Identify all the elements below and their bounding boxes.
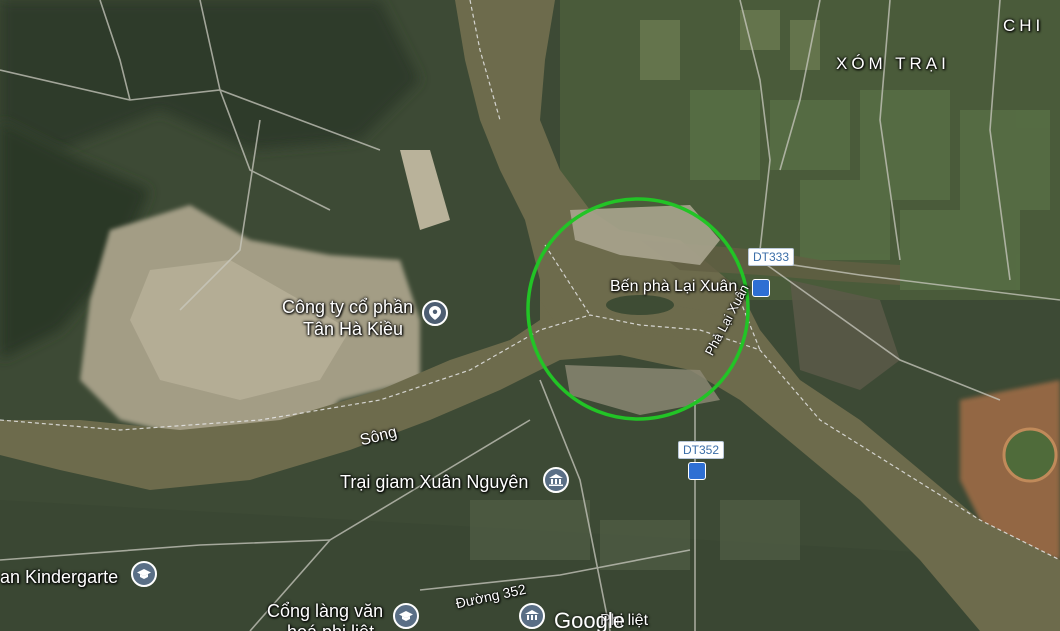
google-attribution-logo: Google <box>554 608 625 631</box>
village-gate-label-line2[interactable]: hoá phi liệt <box>287 622 374 631</box>
area-label-xom-trai: XÓM TRẠI <box>836 54 950 73</box>
school-icon[interactable] <box>131 561 157 587</box>
ferry-terminal-label[interactable]: Bến phà Lại Xuân <box>610 277 737 297</box>
satellite-imagery <box>0 0 1060 631</box>
kindergarten-label[interactable]: an Kindergarte <box>0 567 118 587</box>
road-shield-dt333: DT333 <box>748 248 795 266</box>
school-icon[interactable] <box>393 603 419 629</box>
company-label-line2[interactable]: Tân Hà Kiều <box>303 319 403 339</box>
area-label-chi: CHI <box>1003 16 1045 35</box>
map-canvas[interactable]: CHI XÓM TRẠI DT333 Bến phà Lại Xuân Công… <box>0 0 1060 631</box>
bus-icon[interactable] <box>688 462 706 480</box>
location-pin-icon[interactable] <box>422 300 448 326</box>
village-gate-label-line1[interactable]: Cổng làng văn <box>267 601 383 621</box>
prison-label[interactable]: Trại giam Xuân Nguyên <box>340 472 528 492</box>
landmark-icon[interactable] <box>543 467 569 493</box>
road-shield-dt352: DT352 <box>678 441 725 459</box>
ferry-icon[interactable] <box>752 279 770 297</box>
landmark-icon[interactable] <box>519 603 545 629</box>
company-label-line1[interactable]: Công ty cổ phần <box>282 297 413 317</box>
